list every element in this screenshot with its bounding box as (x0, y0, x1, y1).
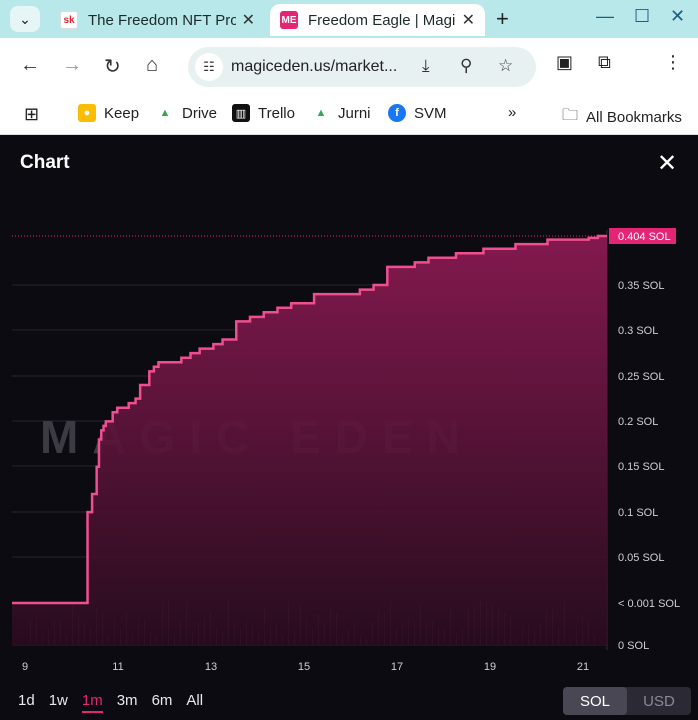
x-tick-label: 19 (484, 661, 496, 673)
x-tick-label: 9 (22, 661, 28, 673)
time-range-selector: 1d 1w 1m 3m 6m All (18, 692, 203, 713)
drive-icon: ▲ (159, 107, 171, 119)
range-1w[interactable]: 1w (49, 692, 68, 713)
currency-sol[interactable]: SOL (563, 687, 627, 715)
close-window-icon[interactable]: ✕ (670, 6, 685, 27)
keep-icon: ● (78, 104, 96, 122)
bookmark-jurni[interactable]: ▲ Jurni (312, 104, 371, 122)
x-tick-label: 17 (391, 661, 403, 673)
y-tick-label: 0.2 SOL (618, 416, 658, 428)
range-All[interactable]: All (186, 692, 203, 713)
bookmark-trello[interactable]: ▥ Trello (232, 104, 295, 122)
y-tick-label: 0.35 SOL (618, 280, 664, 292)
all-bookmarks-label: All Bookmarks (586, 109, 682, 126)
browser-chrome: ⌄ sk The Freedom NFT Pro ✕ ME Freedom Ea… (0, 0, 698, 135)
trello-icon: ▥ (232, 104, 250, 122)
tab-bar: ⌄ sk The Freedom NFT Pro ✕ ME Freedom Ea… (0, 0, 698, 38)
all-bookmarks-button[interactable]: 🗀 All Bookmarks (562, 104, 682, 131)
minimize-icon[interactable]: — (596, 6, 614, 27)
y-tick-label: 0.05 SOL (618, 552, 664, 564)
range-6m[interactable]: 6m (152, 692, 173, 713)
y-tick-label: 0.25 SOL (618, 371, 664, 383)
home-icon[interactable]: ⌂ (146, 54, 158, 77)
range-3m[interactable]: 3m (117, 692, 138, 713)
back-icon[interactable]: ← (20, 54, 40, 77)
sk-favicon-icon: sk (60, 11, 78, 29)
browser-toolbar: ← → ↻ ⌂ ☷ magiceden.us/market... ⤓ ⚲ ☆ ▣… (0, 38, 698, 96)
x-tick-label: 15 (298, 661, 310, 673)
chevron-down-icon: ⌄ (19, 10, 31, 27)
new-tab-button[interactable]: + (496, 6, 509, 32)
range-1d[interactable]: 1d (18, 692, 35, 713)
jurni-icon: ▲ (315, 107, 327, 119)
address-bar[interactable]: ☷ magiceden.us/market... ⤓ ⚲ ☆ (188, 47, 536, 87)
chart-panel: Chart ✕ MAGIC EDEN 0 SOL< 0.001 SOL0.05 … (0, 135, 698, 720)
tab-title: The Freedom NFT Pro (88, 11, 236, 29)
x-tick-label: 13 (205, 661, 217, 673)
bookmark-label: Jurni (338, 104, 371, 122)
tab-search-button[interactable]: ⌄ (10, 6, 40, 32)
folder-icon: 🗀 (562, 107, 579, 124)
bookmark-label: SVM (414, 104, 447, 122)
y-tick-label: 0 SOL (618, 640, 649, 652)
y-tick-label: < 0.001 SOL (618, 598, 680, 610)
bookmarks-bar: ⊞ ● Keep ▲ Drive ▥ Trello ▲ Jurni f SVM … (0, 96, 698, 135)
bookmark-drive[interactable]: ▲ Drive (156, 104, 217, 122)
bookmark-label: Drive (182, 104, 218, 122)
tab-freedom-nft[interactable]: sk The Freedom NFT Pro ✕ (50, 4, 265, 36)
bookmark-svm[interactable]: f SVM (388, 104, 447, 122)
more-bookmarks-label: » (508, 104, 517, 121)
price-chart[interactable]: MAGIC EDEN 0 SOL< 0.001 SOL0.05 SOL0.1 S… (0, 135, 698, 680)
extension-app-icon[interactable]: ▣ (556, 52, 573, 73)
close-icon[interactable]: ✕ (462, 10, 475, 30)
bookmark-label: Trello (258, 104, 295, 122)
bookmark-star-icon[interactable]: ☆ (498, 56, 513, 76)
x-tick-label: 21 (577, 661, 589, 673)
zoom-icon[interactable]: ⚲ (460, 56, 472, 76)
currency-toggle: SOL USD (563, 687, 691, 715)
tab-title: Freedom Eagle | Magi (308, 11, 456, 29)
forward-icon[interactable]: → (62, 54, 82, 77)
extensions-puzzle-icon[interactable]: ⧉ (598, 52, 611, 73)
more-menu-icon[interactable]: ⋮ (664, 52, 682, 73)
close-icon[interactable]: ✕ (242, 10, 255, 30)
current-value-label: 0.404 SOL (618, 231, 671, 243)
magic-eden-favicon-icon: ME (280, 11, 298, 29)
x-tick-label: 11 (112, 661, 123, 673)
bookmark-label: Keep (104, 104, 140, 122)
currency-usd[interactable]: USD (627, 687, 691, 715)
y-tick-label: 0.15 SOL (618, 461, 664, 473)
maximize-icon[interactable]: ☐ (634, 6, 650, 27)
bookmark-keep[interactable]: ● Keep (78, 104, 139, 122)
apps-grid-icon[interactable]: ⊞ (24, 104, 39, 125)
y-tick-label: 0.1 SOL (618, 507, 658, 519)
reload-icon[interactable]: ↻ (104, 54, 121, 79)
facebook-icon: f (388, 104, 406, 122)
install-app-icon[interactable]: ⤓ (422, 56, 430, 76)
site-info-icon[interactable]: ☷ (195, 53, 223, 81)
tab-freedom-eagle[interactable]: ME Freedom Eagle | Magi ✕ (270, 4, 485, 36)
y-tick-label: 0.3 SOL (618, 325, 658, 337)
range-1m[interactable]: 1m (81, 692, 103, 713)
more-bookmarks-button[interactable]: » (508, 104, 516, 121)
url-text: magiceden.us/market... (231, 58, 398, 75)
